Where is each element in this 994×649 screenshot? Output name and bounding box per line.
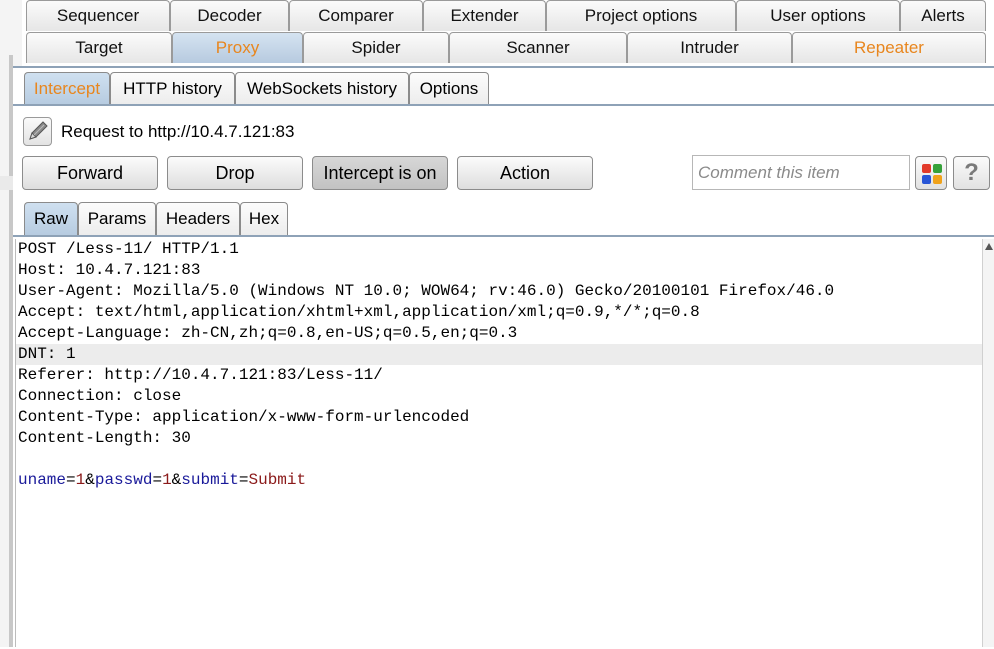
tab-options[interactable]: Options bbox=[409, 72, 489, 105]
header-accept: Accept: text/html,application/xhtml+xml,… bbox=[18, 303, 700, 321]
tab-repeater[interactable]: Repeater bbox=[792, 32, 986, 63]
request-target-label: Request to http://10.4.7.121:83 bbox=[61, 122, 295, 141]
tab-http-history[interactable]: HTTP history bbox=[110, 72, 235, 105]
vertical-scrollbar[interactable] bbox=[982, 239, 994, 647]
tab-comparer[interactable]: Comparer bbox=[289, 0, 423, 31]
tab-scanner[interactable]: Scanner bbox=[449, 32, 627, 63]
request-body: uname=1&passwd=1&submit=Submit bbox=[18, 471, 307, 489]
tab-hex[interactable]: Hex bbox=[240, 202, 288, 236]
drop-button[interactable]: Drop bbox=[167, 156, 303, 190]
tab-decoder[interactable]: Decoder bbox=[170, 0, 289, 31]
tab-sequencer[interactable]: Sequencer bbox=[26, 0, 170, 31]
action-button[interactable]: Action bbox=[457, 156, 593, 190]
subtab-divider bbox=[13, 104, 994, 106]
tab-intruder[interactable]: Intruder bbox=[627, 32, 792, 63]
tab-params[interactable]: Params bbox=[78, 202, 156, 236]
header-referer: Referer: http://10.4.7.121:83/Less-11/ bbox=[18, 366, 383, 384]
header-host: Host: 10.4.7.121:83 bbox=[18, 261, 201, 279]
raw-request-editor[interactable]: POST /Less-11/ HTTP/1.1 Host: 10.4.7.121… bbox=[15, 239, 983, 647]
header-content-length: Content-Length: 30 bbox=[18, 429, 191, 447]
tab-raw[interactable]: Raw bbox=[24, 202, 78, 236]
request-line: POST /Less-11/ HTTP/1.1 bbox=[18, 240, 239, 258]
header-dnt: DNT: 1 bbox=[16, 344, 983, 365]
tab-extender[interactable]: Extender bbox=[423, 0, 546, 31]
header-content-type: Content-Type: application/x-www-form-url… bbox=[18, 408, 470, 426]
header-accept-language: Accept-Language: zh-CN,zh;q=0.8,en-US;q=… bbox=[18, 324, 518, 342]
param-value: 1 bbox=[162, 471, 172, 489]
forward-button[interactable]: Forward bbox=[22, 156, 158, 190]
tab-headers[interactable]: Headers bbox=[156, 202, 240, 236]
pencil-icon bbox=[29, 121, 48, 140]
tab-proxy[interactable]: Proxy bbox=[172, 32, 303, 63]
param-key: uname bbox=[18, 471, 67, 489]
header-user-agent: User-Agent: Mozilla/5.0 (Windows NT 10.0… bbox=[18, 282, 835, 300]
tab-project-options[interactable]: Project options bbox=[546, 0, 736, 31]
tab-intercept[interactable]: Intercept bbox=[24, 72, 110, 105]
highlight-color-button[interactable] bbox=[915, 156, 947, 190]
tab-target[interactable]: Target bbox=[26, 32, 172, 63]
param-key: submit bbox=[181, 471, 239, 489]
param-key: passwd bbox=[94, 471, 153, 489]
tab-alerts[interactable]: Alerts bbox=[900, 0, 986, 31]
tab-user-options[interactable]: User options bbox=[736, 0, 900, 31]
scroll-up-arrow-icon[interactable] bbox=[985, 243, 993, 250]
help-button[interactable]: ? bbox=[953, 156, 990, 190]
comment-input[interactable] bbox=[692, 155, 910, 190]
intercept-toggle-button[interactable]: Intercept is on bbox=[312, 156, 448, 190]
param-value: Submit bbox=[248, 471, 307, 489]
edit-pencil-button[interactable] bbox=[23, 117, 52, 146]
header-connection: Connection: close bbox=[18, 387, 182, 405]
viewtab-divider bbox=[13, 235, 994, 237]
color-grid-icon bbox=[922, 164, 942, 184]
tab-websockets-history[interactable]: WebSockets history bbox=[235, 72, 409, 105]
param-value: 1 bbox=[75, 471, 86, 489]
tab-spider[interactable]: Spider bbox=[303, 32, 449, 63]
